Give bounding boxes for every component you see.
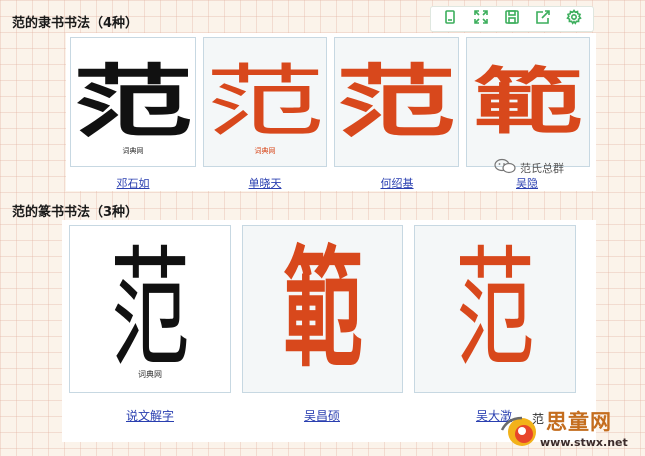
calligraphy-glyph: 范: [73, 56, 193, 148]
caption-link-6[interactable]: 吴昌硕: [290, 407, 354, 424]
calligraphy-glyph: 范: [110, 233, 190, 385]
site-logo-url: www.stwx.net: [540, 436, 628, 449]
wechat-watermark: 范氏总群: [494, 158, 564, 177]
zhuan-card-3[interactable]: 范: [414, 225, 576, 393]
calligraphy-glyph: 范: [336, 56, 457, 148]
caption-link-3[interactable]: 何绍基: [372, 175, 422, 191]
expand-icon: [473, 9, 489, 29]
copy-icon: [442, 9, 458, 29]
lishu-heading: 范的隶书书法（4种）: [12, 16, 139, 31]
lishu-card-4[interactable]: 範: [466, 37, 590, 167]
caption-link-2[interactable]: 单晓天: [240, 175, 290, 191]
card-watermark: 词典网: [254, 147, 276, 155]
site-logo: 范 思童网 www.stwx.net: [494, 404, 644, 454]
wechat-icon: [494, 158, 520, 177]
zhuanshu-heading: 范的篆书书法（3种）: [12, 205, 139, 220]
share-button[interactable]: [532, 8, 554, 30]
calligraphy-glyph: 范: [205, 56, 325, 148]
caption-link-5[interactable]: 说文解字: [110, 407, 190, 424]
calligraphy-glyph: 範: [282, 232, 363, 385]
lishu-card-3[interactable]: 范: [334, 37, 459, 167]
settings-button[interactable]: [563, 8, 585, 30]
zhuan-card-2[interactable]: 範: [242, 225, 403, 393]
zhuan-card-1[interactable]: 范 词典网: [69, 225, 231, 393]
card-watermark: 词典网: [138, 370, 162, 379]
card-watermark: 词典网: [122, 147, 144, 155]
caption-link-4[interactable]: 吴隐: [510, 175, 544, 191]
share-icon: [535, 9, 551, 29]
save-button[interactable]: [501, 8, 523, 30]
lishu-card-2[interactable]: 范 词典网: [203, 37, 327, 167]
save-icon: [504, 9, 520, 29]
caption-link-1[interactable]: 邓石如: [110, 175, 156, 191]
copy-button[interactable]: [439, 8, 461, 30]
lishu-card-1[interactable]: 范 词典网: [70, 37, 196, 167]
site-logo-overlay-text: 范: [532, 412, 545, 426]
wechat-watermark-text: 范氏总群: [520, 161, 564, 175]
image-toolbar: [430, 6, 594, 32]
site-logo-title: 思童网: [546, 410, 612, 434]
calligraphy-glyph: 范: [455, 233, 535, 385]
calligraphy-glyph: 範: [473, 59, 583, 144]
expand-button[interactable]: [470, 8, 492, 30]
settings-icon: [565, 9, 582, 29]
